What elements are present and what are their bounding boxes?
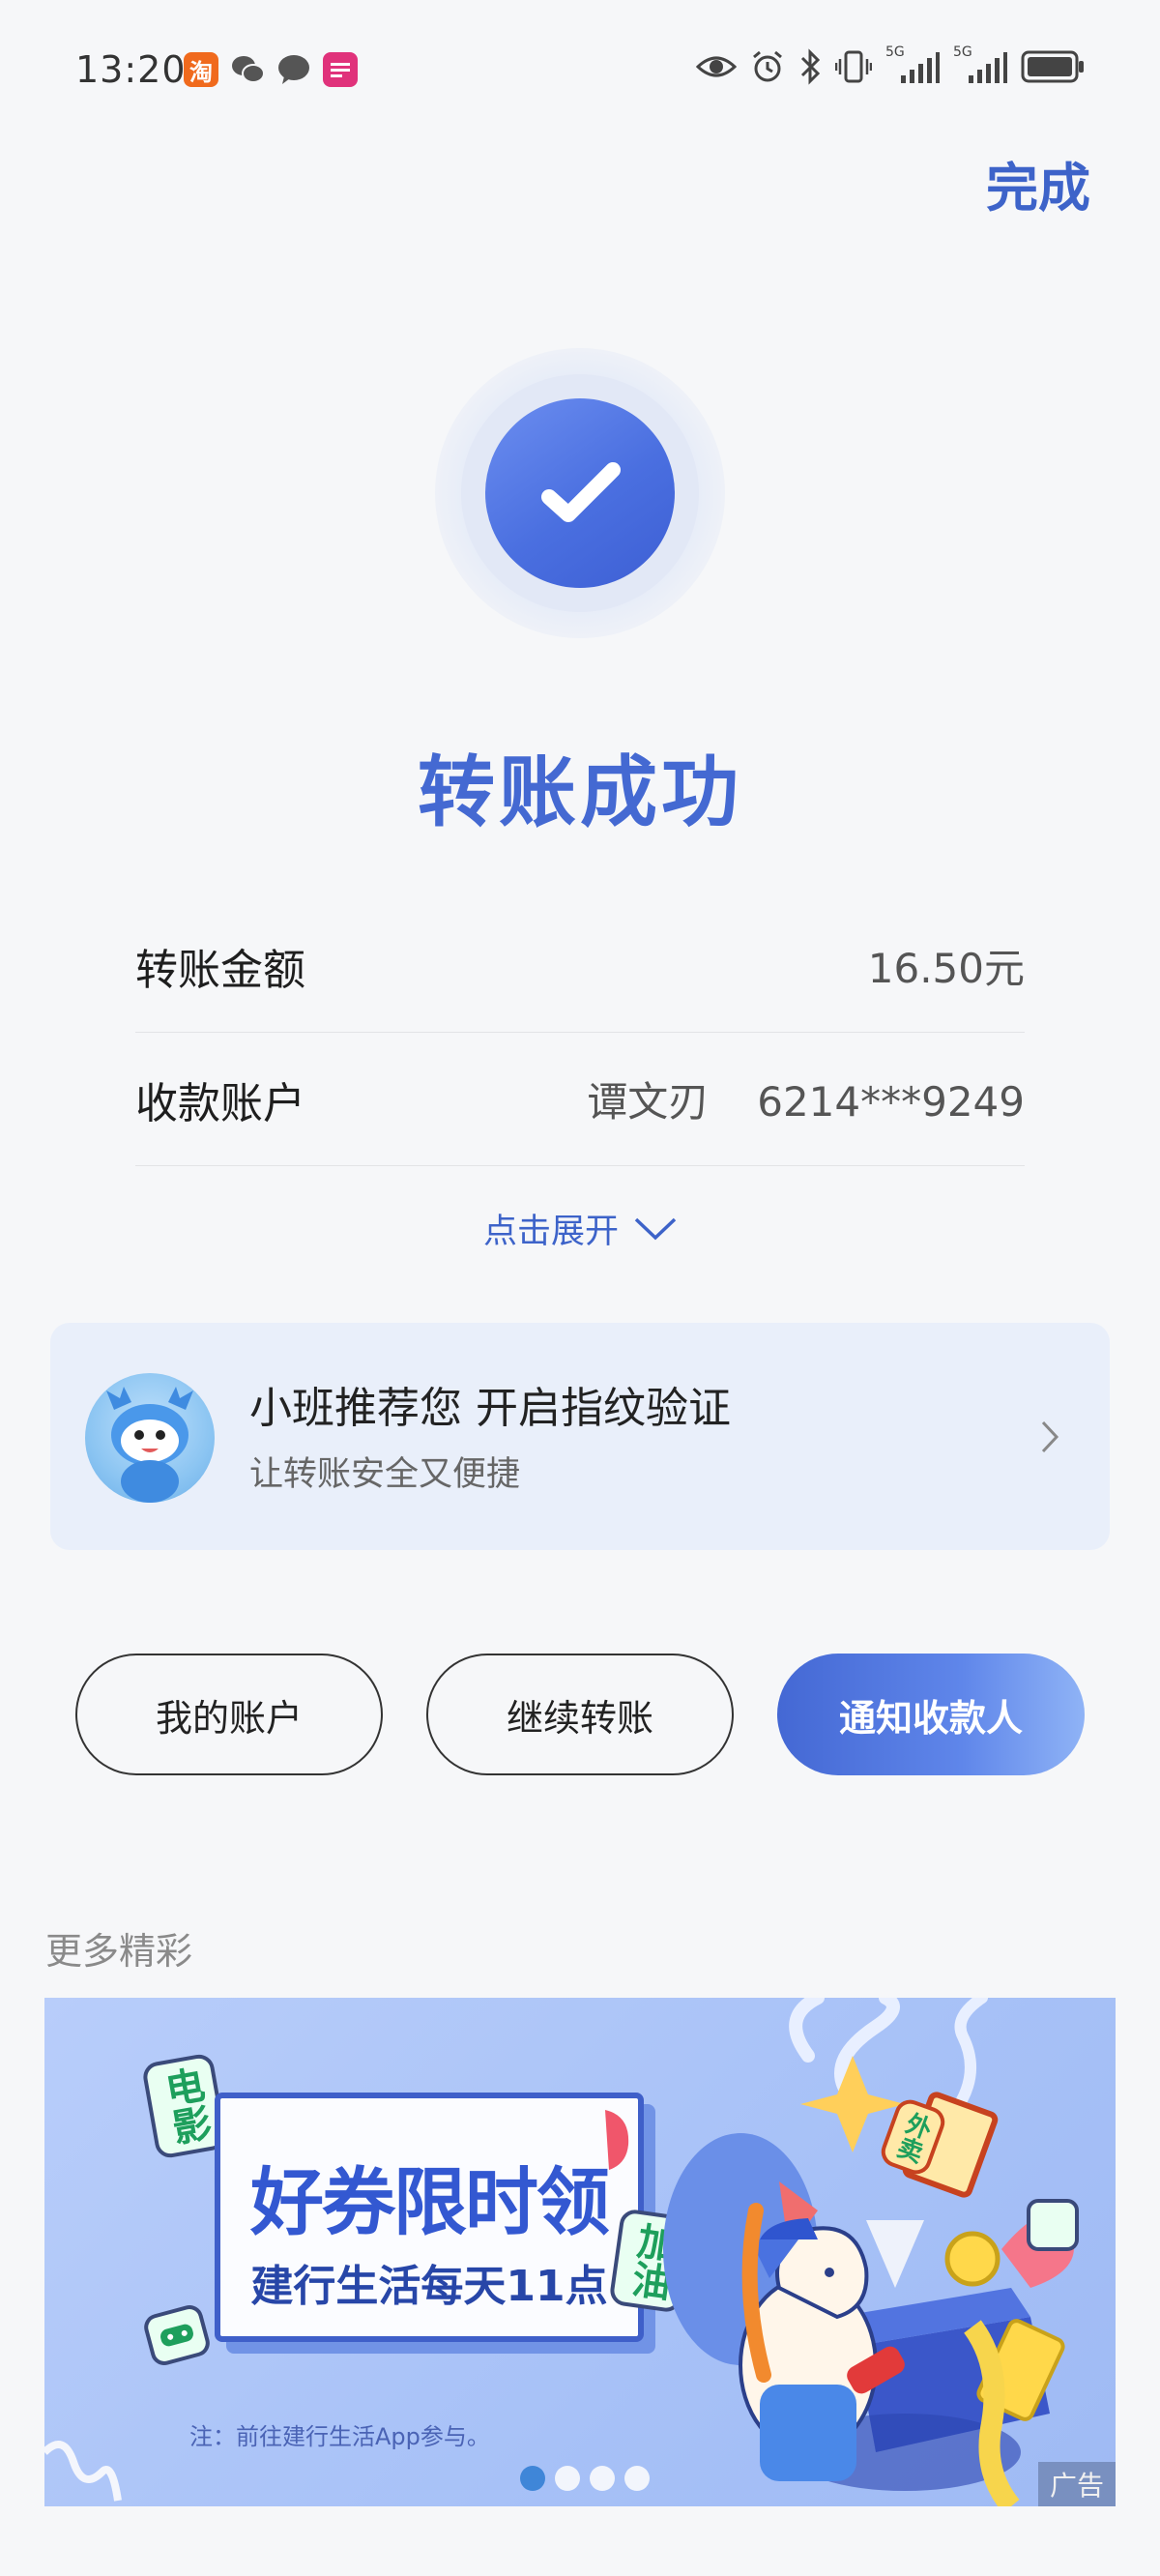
decorative-swirl <box>44 2441 122 2502</box>
chevron-right-icon <box>1041 1420 1059 1453</box>
banner-dot[interactable] <box>520 2466 545 2491</box>
ad-badge: 广告 <box>1038 2462 1116 2506</box>
promo-note: 注：前往建行生活App参与。 <box>189 2423 490 2450</box>
banner-dot[interactable] <box>555 2466 580 2491</box>
signal-5g-icon: 5G <box>885 44 940 85</box>
banner-pagination[interactable] <box>520 2466 650 2491</box>
expand-details-button[interactable]: 点击展开 <box>0 1204 1160 1253</box>
mascot-avatar <box>85 1373 215 1503</box>
app-icon <box>323 52 358 87</box>
notification-icons: 淘 <box>184 52 358 87</box>
banner-dot[interactable] <box>624 2466 650 2491</box>
success-icon <box>435 348 725 638</box>
banner-dot[interactable] <box>590 2466 615 2491</box>
alarm-icon <box>753 50 782 82</box>
account-name: 谭文刃 <box>587 1078 710 1126</box>
taobao-icon: 淘 <box>184 52 218 87</box>
expand-label: 点击展开 <box>482 1213 619 1251</box>
my-account-button[interactable]: 我的账户 <box>75 1654 383 1775</box>
unicorn-gift-illustration <box>663 1998 1079 2506</box>
account-value: 谭文刃 6214***9249 <box>587 1069 1025 1128</box>
result-title: 转账成功 <box>418 747 742 837</box>
amount-value: 16.50元 <box>867 945 1025 992</box>
eye-icon <box>696 56 737 77</box>
battery-icon <box>1021 50 1084 83</box>
system-indicators: 5G 5G <box>696 44 1085 85</box>
decorative-flag <box>605 2110 629 2170</box>
recommend-subtitle: 让转账安全又便捷 <box>249 1455 521 1494</box>
detail-row-account: 收款账户 谭文刃 6214***9249 <box>135 1033 1025 1166</box>
fingerprint-recommend-card[interactable]: 小班推荐您 开启指纹验证 让转账安全又便捷 <box>50 1323 1110 1550</box>
check-circle <box>485 398 675 588</box>
wechat-icon <box>230 52 265 87</box>
promo-banner[interactable]: 电影 好券限时领 建行生活每天11点 加油 注：前往建行生活App参与。 外卖 … <box>44 1998 1116 2506</box>
status-bar: 13:20 淘 5G 5G <box>0 0 1160 145</box>
promo-subline: 建行生活每天11点 <box>250 2262 608 2311</box>
gamepad-icon <box>141 2301 213 2369</box>
bluetooth-icon <box>800 48 821 85</box>
notify-payee-button[interactable]: 通知收款人 <box>777 1654 1085 1775</box>
account-label: 收款账户 <box>135 1078 305 1128</box>
chevron-down-icon <box>634 1217 677 1240</box>
amount-label: 转账金额 <box>135 945 305 995</box>
signal-5g-icon: 5G <box>953 44 1007 85</box>
recommend-title: 小班推荐您 开启指纹验证 <box>249 1384 731 1433</box>
done-button[interactable]: 完成 <box>986 145 1090 221</box>
status-time: 13:20 <box>75 48 187 91</box>
continue-transfer-button[interactable]: 继续转账 <box>426 1654 734 1775</box>
detail-row-amount: 转账金额 16.50元 <box>135 899 1025 1033</box>
more-section-label: 更多精彩 <box>45 1930 193 1973</box>
checkmark-icon <box>541 462 621 522</box>
vibrate-icon <box>835 50 872 83</box>
promo-headline: 好券限时领 <box>250 2159 610 2245</box>
account-number: 6214***9249 <box>757 1078 1025 1126</box>
message-icon <box>276 52 311 87</box>
promo-card: 好券限时领 建行生活每天11点 <box>215 2093 644 2342</box>
